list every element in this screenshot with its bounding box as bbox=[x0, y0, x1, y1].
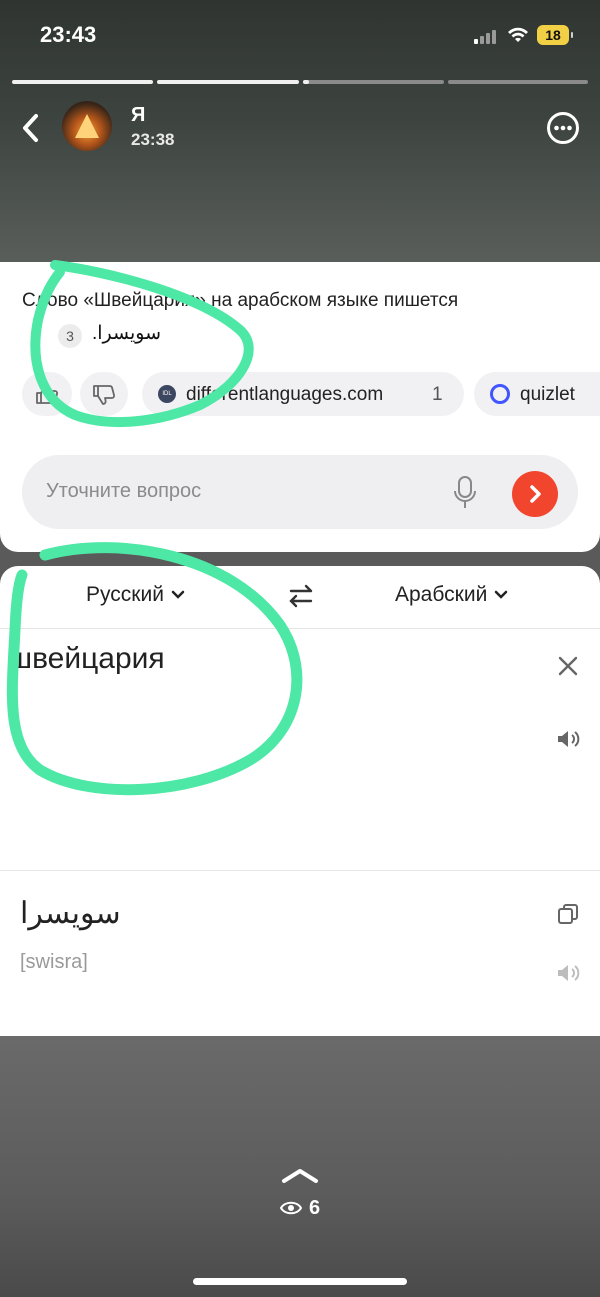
source-label: differentlanguages.com bbox=[186, 384, 384, 405]
wifi-icon bbox=[508, 27, 528, 42]
chevron-down-icon bbox=[494, 590, 508, 599]
source-language-label: Русский bbox=[86, 583, 164, 606]
view-count[interactable]: 6 bbox=[309, 1197, 320, 1220]
send-button[interactable] bbox=[512, 471, 558, 517]
target-language-select[interactable]: Арабский bbox=[395, 583, 509, 607]
close-icon[interactable] bbox=[556, 654, 580, 678]
eye-icon bbox=[280, 1201, 302, 1215]
story-progress-segment-3 bbox=[303, 80, 444, 84]
chevron-up-icon[interactable] bbox=[280, 1165, 320, 1185]
story-progress-segment-2 bbox=[157, 80, 299, 84]
speaker-icon[interactable] bbox=[556, 728, 582, 750]
status-bar: 23:43 18 bbox=[0, 0, 600, 70]
source-chip-differentlanguages[interactable]: IDL differentlanguages.com 1 bbox=[142, 372, 464, 416]
transliteration: [swisra] bbox=[20, 951, 88, 973]
target-language-label: Арабский bbox=[395, 583, 488, 606]
source-language-select[interactable]: Русский bbox=[86, 583, 186, 607]
divider bbox=[0, 870, 600, 871]
answer-text: Слово «Швейцария» на арабском языке пише… bbox=[22, 290, 459, 311]
dislike-button[interactable] bbox=[80, 372, 128, 416]
refine-question-input[interactable]: Уточните вопрос bbox=[22, 455, 578, 529]
source-count: 1 bbox=[432, 384, 443, 405]
citation-badge[interactable]: 3 bbox=[58, 324, 82, 348]
source-site-icon: IDL bbox=[158, 385, 176, 403]
battery-indicator: 18 bbox=[537, 25, 573, 45]
thumbs-up-icon bbox=[36, 384, 59, 404]
avatar[interactable] bbox=[62, 101, 112, 151]
story-author-name[interactable]: Я bbox=[131, 104, 145, 127]
home-indicator[interactable] bbox=[193, 1278, 407, 1285]
copy-icon[interactable] bbox=[556, 902, 580, 926]
chevron-right-icon bbox=[530, 485, 541, 503]
divider bbox=[0, 628, 600, 629]
story-progress-segment-1 bbox=[12, 80, 153, 84]
quizlet-logo-icon bbox=[490, 384, 510, 404]
cellular-signal-icon bbox=[474, 28, 500, 44]
translation-result: سويسرا bbox=[20, 897, 121, 930]
source-text-input[interactable]: швейцария bbox=[8, 642, 165, 676]
back-arrow-icon[interactable] bbox=[16, 108, 46, 148]
translator-card bbox=[0, 566, 600, 1036]
thumbs-down-icon bbox=[93, 385, 116, 405]
source-label: quizlet bbox=[520, 384, 575, 405]
story-post-time: 23:38 bbox=[131, 130, 175, 149]
swap-languages-icon[interactable] bbox=[287, 582, 315, 610]
more-options-icon[interactable] bbox=[546, 111, 580, 145]
answer-arabic-word: سويسرا. bbox=[92, 323, 162, 344]
like-button[interactable] bbox=[22, 372, 72, 416]
microphone-icon[interactable] bbox=[452, 475, 478, 511]
refine-question-placeholder: Уточните вопрос bbox=[46, 480, 202, 502]
speaker-icon[interactable] bbox=[556, 962, 582, 984]
chevron-down-icon bbox=[171, 590, 185, 599]
story-progress-segment-4 bbox=[448, 80, 588, 84]
status-time: 23:43 bbox=[40, 22, 97, 47]
source-chip-quizlet[interactable]: quizlet bbox=[474, 372, 600, 416]
